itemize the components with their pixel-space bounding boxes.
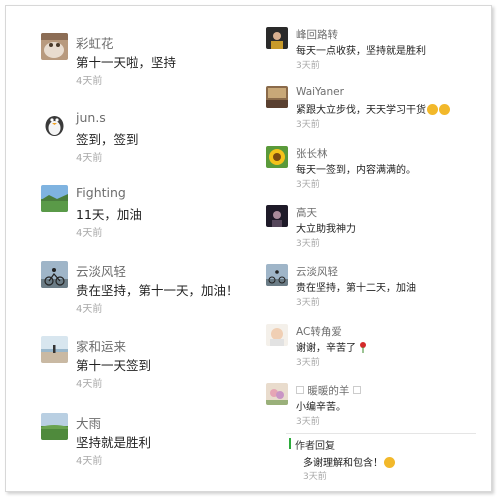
placeholder-glyph [352,386,361,394]
comment-text: 每天一点收获，坚持就是胜利 [296,46,426,57]
smile-emoji-icon [384,457,395,468]
reply-accent-bar [289,438,291,449]
comment-text: 紧跟大立步伐，天天学习干货 [296,101,450,116]
comment-time: 3天前 [296,239,320,249]
penguin-avatar-icon[interactable] [41,110,68,137]
portrait-avatar-icon[interactable] [266,27,288,49]
comment-text: 谢谢，辛苦了 [296,339,367,354]
beach-avatar-icon[interactable] [41,336,68,363]
landscape-avatar-icon[interactable] [41,185,68,212]
comment-time: 4天前 [76,76,103,87]
author-reply-label: 作者回复 [295,441,335,452]
smile-emoji-icon [427,104,438,115]
comment-text: 11天，加油 [76,207,142,222]
cyclist-avatar-icon[interactable] [41,261,68,288]
comment-text: 签到，签到 [76,132,139,147]
comment-text: 贵在坚持，第十二天，加油 [296,283,416,294]
sunflower-avatar-icon[interactable] [266,146,288,168]
comment-username[interactable]: WaiYaner [296,86,344,98]
comment-text: 坚持就是胜利 [76,435,152,450]
comment-time: 3天前 [296,61,320,71]
cat-avatar-icon[interactable] [41,33,68,60]
night-avatar-icon[interactable] [266,205,288,227]
rose-icon [360,342,367,353]
comment-time: 4天前 [76,228,103,239]
comment-time: 3天前 [296,417,320,427]
comment-time: 4天前 [76,304,103,315]
comment-username[interactable]: 云淡风轻 [296,264,338,279]
comment-username[interactable]: jun.s [76,110,106,125]
comment-time: 4天前 [76,379,103,390]
comment-username[interactable]: AC转角爱 [296,324,342,339]
comment-text: 每天一签到，内容满满的。 [296,165,416,176]
comment-username[interactable]: 云淡风轻 [76,261,126,280]
comment-time: 3天前 [296,120,320,130]
flower-avatar-icon[interactable] [266,383,288,405]
comment-time: 4天前 [76,456,103,467]
comment-username[interactable]: 家和运来 [76,336,126,355]
author-reply-text: 多谢理解和包含！ [303,454,395,469]
comment-text: 第十一天啦，坚持 [76,55,177,70]
comment-username[interactable]: 高天 [296,205,317,220]
comment-username[interactable]: 大雨 [76,413,101,432]
comment-time: 3天前 [296,358,320,368]
comment-time: 3天前 [296,180,320,190]
comments-panel: 彩虹花 第十一天啦，坚持 4天前 jun.s 签到，签到 4天前 Fightin… [5,5,492,492]
comment-time: 3天前 [296,298,320,308]
smile-emoji-icon [439,104,450,115]
author-reply: 作者回复 多谢理解和包含！ 3天前 [286,433,476,482]
comment-username[interactable]: 暖暖的羊 [296,383,361,398]
cyclist-avatar-icon[interactable] [266,264,288,286]
comment-text: 大立助我神力 [296,224,356,235]
comment-text: 第十一天签到 [76,358,152,373]
comment-time: 4天前 [76,153,103,164]
comment-username[interactable]: Fighting [76,185,126,200]
field-avatar-icon[interactable] [41,413,68,440]
author-reply-time: 3天前 [303,472,327,482]
comment-text: 小编辛苦。 [296,402,346,413]
comment-username[interactable]: 彩虹花 [76,33,114,52]
room-avatar-icon[interactable] [266,86,288,108]
baby-avatar-icon[interactable] [266,324,288,346]
comment-username[interactable]: 峰回路转 [296,27,338,42]
comment-username[interactable]: 张长林 [296,146,328,161]
comment-text: 贵在坚持，第十一天，加油！ [76,283,239,298]
placeholder-glyph [296,386,304,394]
